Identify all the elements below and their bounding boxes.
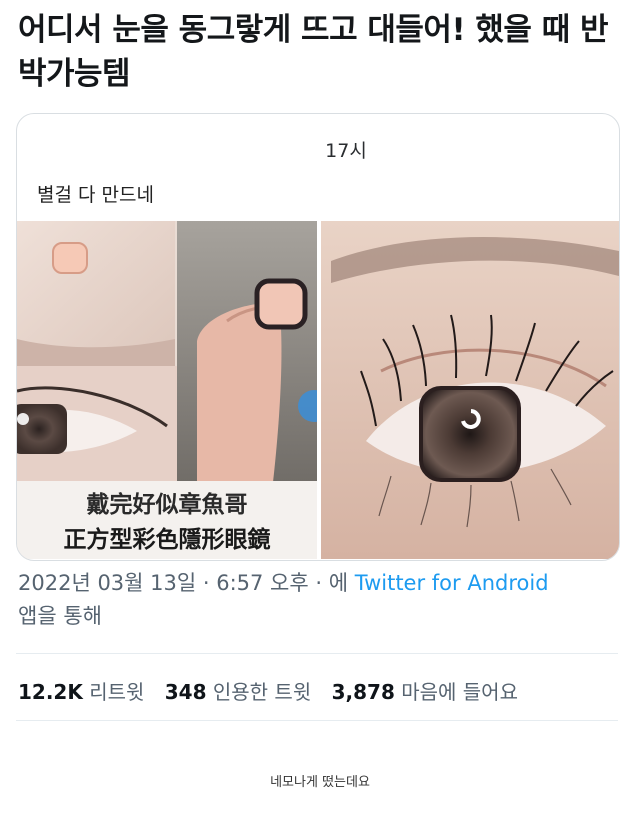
divider	[16, 653, 618, 654]
overlay-text-line1: 戴完好似章魚哥	[87, 491, 248, 518]
divider	[16, 720, 618, 721]
tweet-text: 어디서 눈을 동그랗게 뜨고 대들어! 했을 때 반박가능템	[18, 12, 609, 92]
tweet-date: 2022년 03월 13일 · 6:57 오후 · 에	[18, 571, 355, 595]
retweets-count: 12.2K	[18, 680, 83, 704]
meta-suffix: 앱을 통해	[18, 604, 102, 628]
quotes-count: 348	[164, 680, 207, 704]
card-caption: 별걸 다 만드네	[37, 184, 154, 206]
tweet-stats: 12.2K 리트윗 348 인용한 트윗 3,878 마음에 들어요	[18, 676, 518, 705]
quotes-label: 인용한 트윗	[212, 680, 312, 704]
likes-label: 마음에 들어요	[401, 680, 518, 704]
likes-count: 3,878	[331, 680, 395, 704]
bottom-caption: 네모나게 떴는데요	[270, 775, 370, 790]
source-link[interactable]: Twitter for Android	[355, 571, 549, 595]
likes-stat[interactable]: 3,878 마음에 들어요	[332, 680, 518, 704]
left-collage-illustration: 戴完好似章魚哥 正方型彩色隱形眼鏡	[17, 221, 317, 559]
embedded-image-card[interactable]: 17시 별걸 다 만드네 戴完好似章魚哥 正方型彩色隱形眼鏡	[16, 113, 620, 561]
right-eye-closeup-image[interactable]	[321, 221, 619, 559]
left-collage-image[interactable]: 戴完好似章魚哥 正方型彩色隱形眼鏡	[17, 221, 317, 559]
tweet-meta: 2022년 03월 13일 · 6:57 오후 · 에 Twitter for …	[18, 567, 618, 633]
overlay-text-line2: 正方型彩色隱形眼鏡	[64, 526, 271, 553]
retweets-stat[interactable]: 12.2K 리트윗	[18, 680, 144, 704]
quotes-stat[interactable]: 348 인용한 트윗	[165, 680, 311, 704]
eye-closeup-illustration	[321, 221, 619, 559]
card-time: 17시	[325, 140, 367, 162]
retweets-label: 리트윗	[89, 680, 145, 704]
